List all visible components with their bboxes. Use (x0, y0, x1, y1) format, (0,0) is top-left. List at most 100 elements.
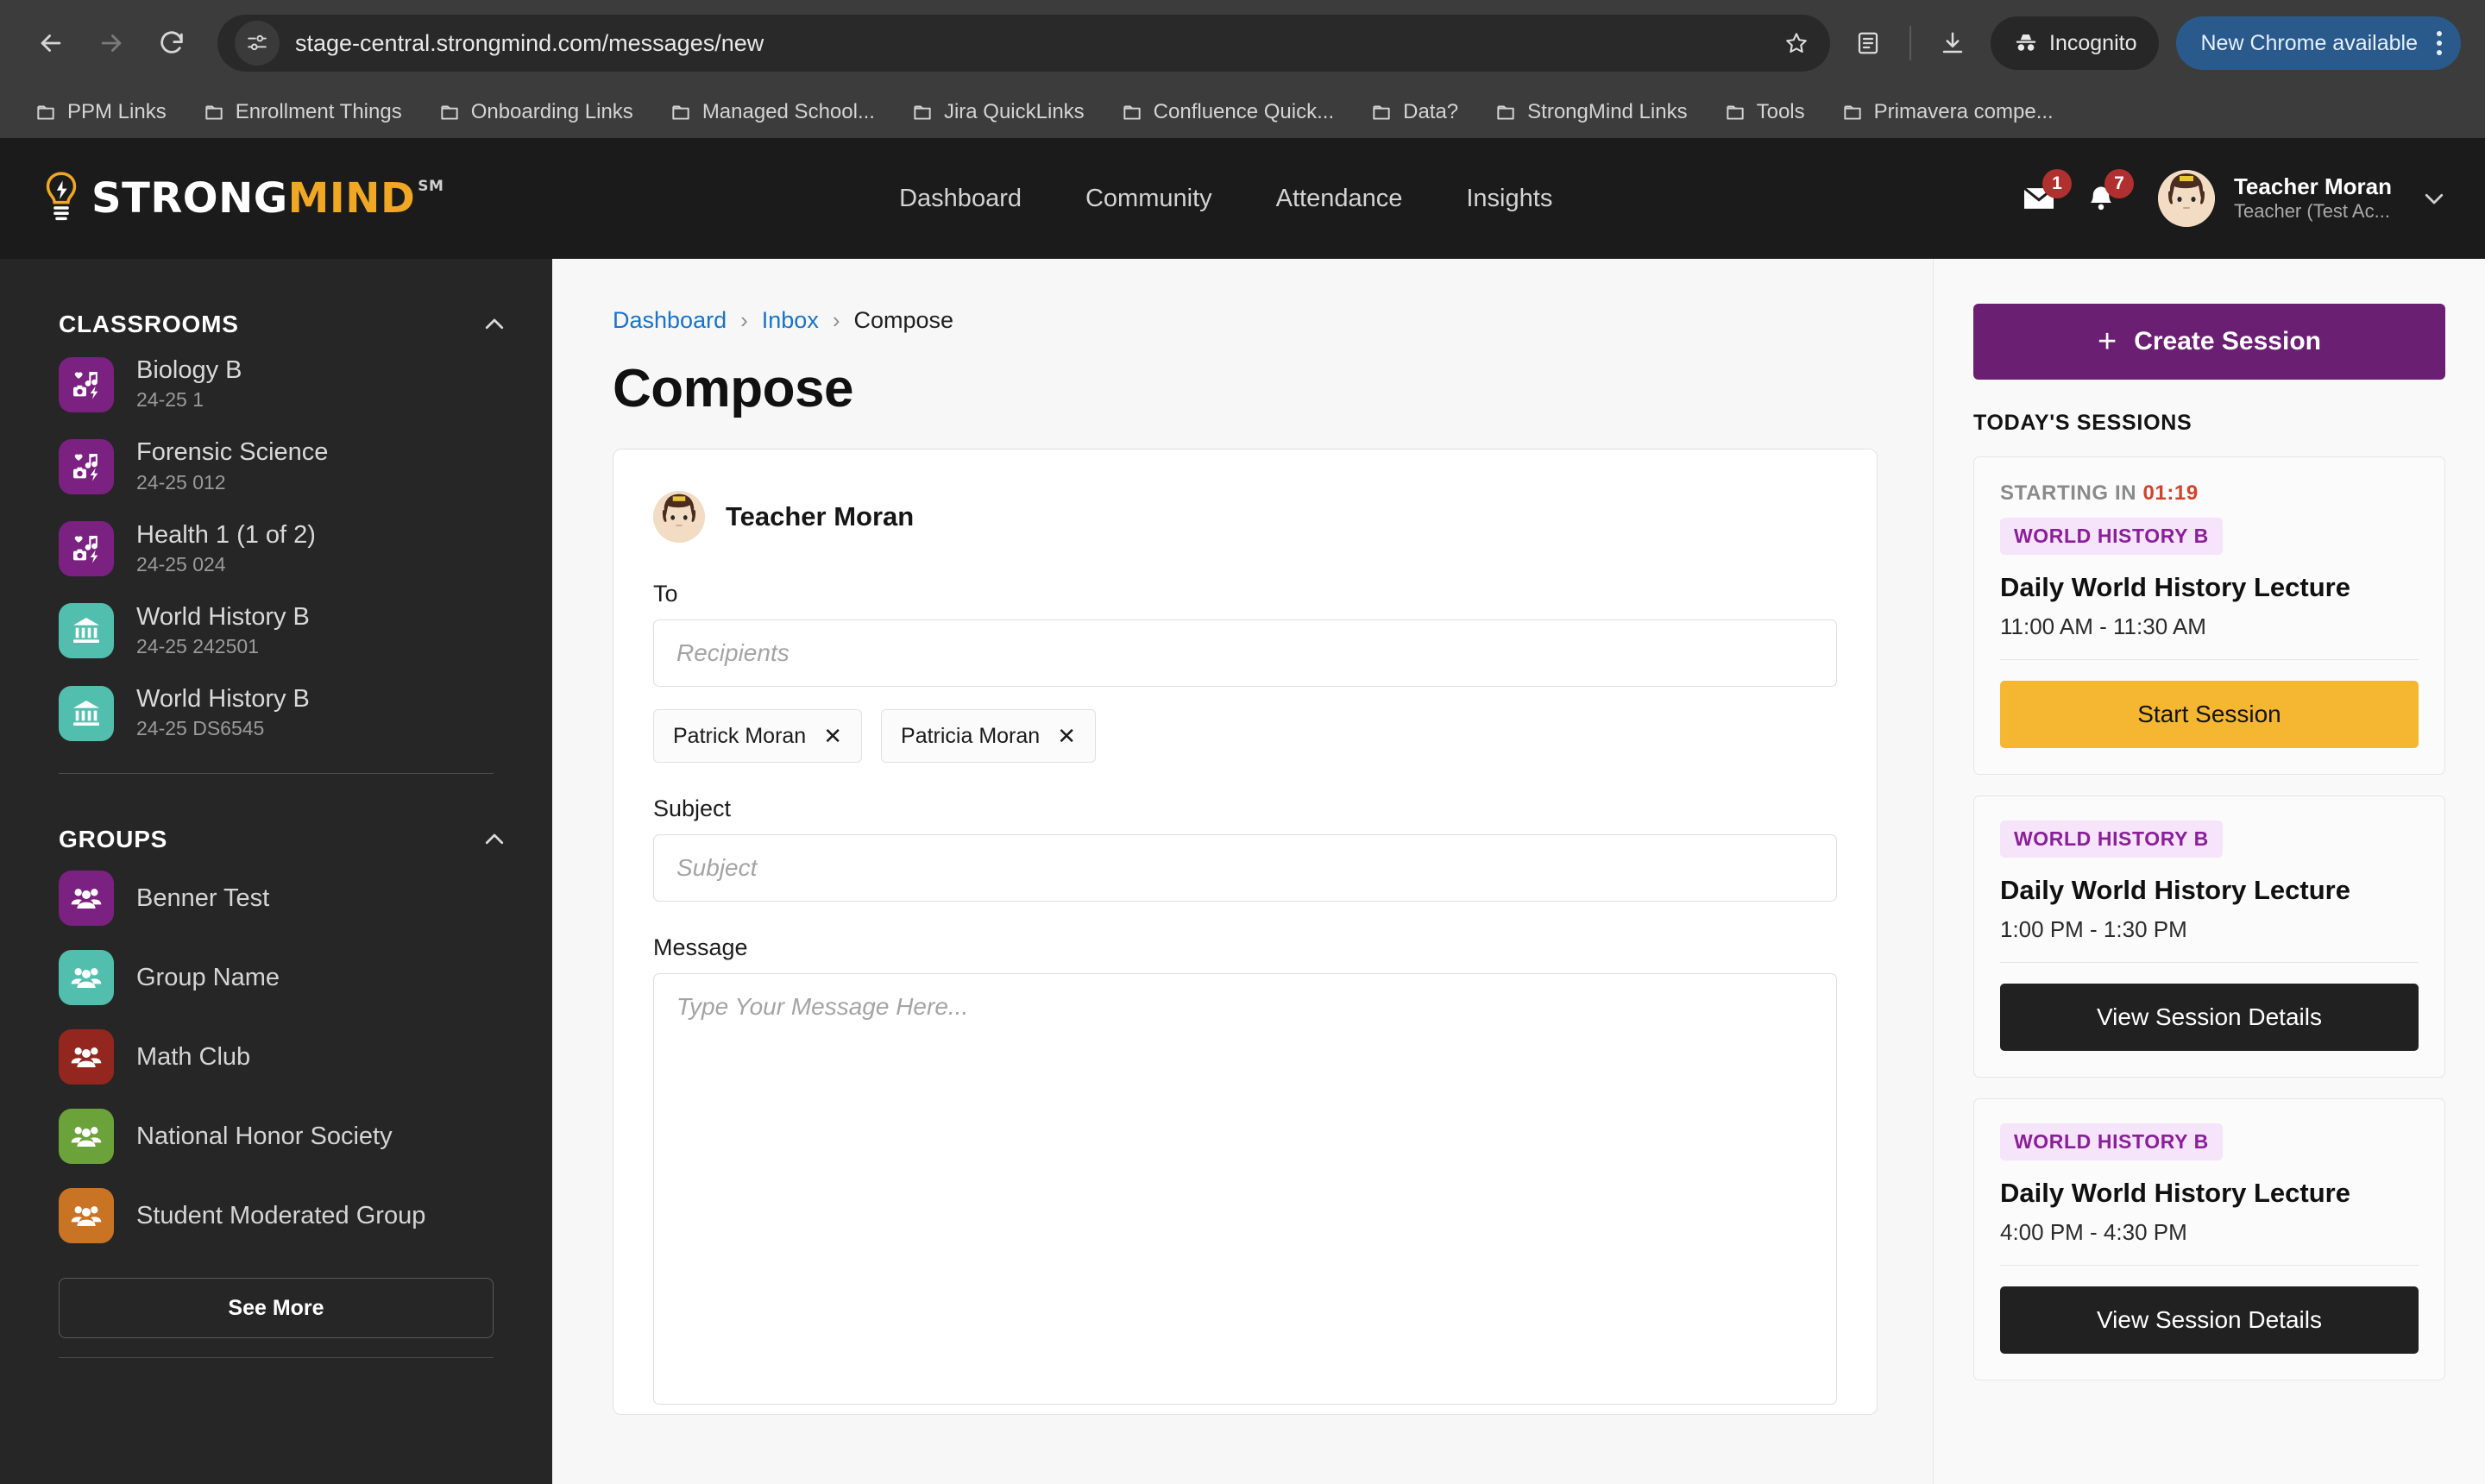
main-content: Dashboard › Inbox › Compose Compose (552, 259, 1933, 1484)
messages-button[interactable]: 1 (2008, 167, 2070, 230)
classrooms-title: CLASSROOMS (59, 311, 239, 338)
group-name: Group Name (136, 964, 280, 992)
session-divider (2000, 659, 2419, 660)
logo-strong-text: STRONG (91, 174, 288, 223)
session-time: 1:00 PM - 1:30 PM (2000, 916, 2419, 943)
message-textarea[interactable]: Type Your Message Here... (653, 973, 1837, 1405)
avatar[interactable] (2158, 170, 2215, 227)
view-session-details-button[interactable]: View Session Details (2000, 1286, 2419, 1354)
sidebar-item-classroom[interactable]: Health 1 (1 of 2) 24-25 024 (38, 508, 514, 590)
bookmark-item[interactable]: Confluence Quick... (1105, 91, 1349, 133)
bookmark-item[interactable]: Enrollment Things (187, 91, 418, 133)
bookmark-label: PPM Links (67, 100, 167, 124)
recipient-chip[interactable]: Patrick Moran ✕ (653, 709, 862, 763)
bank-icon (59, 603, 114, 658)
group-people-icon (59, 950, 114, 1005)
sidebar-item-group[interactable]: Group Name (38, 938, 514, 1017)
recipient-chip-list: Patrick Moran ✕ Patricia Moran ✕ (653, 709, 1837, 763)
back-button[interactable] (24, 16, 78, 70)
bookmark-item[interactable]: Onboarding Links (423, 91, 649, 133)
bookmark-item[interactable]: Jira QuickLinks (896, 91, 1100, 133)
start-session-button[interactable]: Start Session (2000, 681, 2419, 748)
chrome-update-button[interactable]: New Chrome available (2176, 16, 2461, 70)
breadcrumb-dashboard[interactable]: Dashboard (613, 307, 727, 334)
chevron-up-icon[interactable] (481, 827, 507, 852)
chevron-right-icon: › (740, 307, 748, 334)
site-info-icon[interactable] (235, 21, 280, 66)
sidebar-item-classroom[interactable]: World History B 24-25 242501 (38, 590, 514, 672)
bookmark-item[interactable]: PPM Links (19, 91, 182, 133)
todays-sessions-title: TODAY'S SESSIONS (1973, 411, 2445, 436)
app-body: CLASSROOMS Biology B 24-25 1 (0, 259, 2485, 1484)
classroom-name: Health 1 (1 of 2) (136, 520, 316, 550)
plus-icon: + (2098, 325, 2117, 358)
strongmind-logo[interactable]: STRONGMINDSM (41, 171, 444, 226)
bookmark-item[interactable]: Managed School... (654, 91, 890, 133)
close-icon[interactable]: ✕ (1057, 723, 1076, 750)
classrooms-section-header[interactable]: CLASSROOMS (38, 259, 514, 343)
lightbulb-icon (41, 171, 81, 226)
forward-button[interactable] (85, 16, 138, 70)
sidebar-item-classroom[interactable]: Forensic Science 24-25 012 (38, 425, 514, 507)
bookmark-item[interactable]: Primavera compe... (1826, 91, 2069, 133)
sidebar-item-group[interactable]: Benner Test (38, 858, 514, 938)
create-session-button[interactable]: + Create Session (1973, 304, 2445, 380)
sidebar-item-group[interactable]: National Honor Society (38, 1097, 514, 1176)
classroom-code: 24-25 024 (136, 552, 316, 578)
sidebar-item-group[interactable]: Math Club (38, 1017, 514, 1097)
view-session-details-button[interactable]: View Session Details (2000, 984, 2419, 1051)
bookmark-item[interactable]: Tools (1708, 91, 1821, 133)
toolbar-divider (1909, 26, 1911, 60)
classroom-name: Forensic Science (136, 437, 328, 468)
subject-input[interactable]: Subject (653, 834, 1837, 902)
nav-insights[interactable]: Insights (1466, 185, 1552, 213)
notifications-badge: 7 (2104, 169, 2134, 198)
breadcrumb: Dashboard › Inbox › Compose (613, 307, 1878, 334)
url-text: stage-central.strongmind.com/messages/ne… (295, 30, 1784, 57)
breadcrumb-inbox[interactable]: Inbox (762, 307, 819, 334)
user-menu-chevron-down-icon[interactable] (2421, 186, 2447, 211)
nav-attendance[interactable]: Attendance (1276, 185, 1403, 213)
classroom-name: World History B (136, 602, 310, 632)
app-root: STRONGMINDSM Dashboard Community Attenda… (0, 138, 2485, 1484)
reading-list-icon[interactable] (1844, 19, 1892, 67)
see-more-button[interactable]: See More (59, 1278, 494, 1338)
group-people-icon (59, 1188, 114, 1243)
sidebar-item-classroom[interactable]: Biology B 24-25 1 (38, 343, 514, 425)
session-title: Daily World History Lecture (2000, 875, 2419, 906)
nav-community[interactable]: Community (1085, 185, 1212, 213)
chrome-update-label: New Chrome available (2200, 31, 2418, 56)
reload-button[interactable] (145, 16, 198, 70)
incognito-label: Incognito (2049, 31, 2136, 56)
chevron-up-icon[interactable] (481, 311, 507, 337)
main-nav: Dashboard Community Attendance Insights (444, 185, 2008, 213)
sidebar-item-classroom[interactable]: World History B 24-25 DS6545 (38, 672, 514, 754)
chevron-right-icon: › (833, 307, 840, 334)
bookmark-item[interactable]: Data? (1355, 91, 1474, 133)
user-info[interactable]: Teacher Moran Teacher (Test Ac... (2234, 173, 2392, 224)
recipients-placeholder: Recipients (676, 639, 790, 667)
address-bar[interactable]: stage-central.strongmind.com/messages/ne… (217, 15, 1830, 72)
page-title: Compose (613, 358, 1878, 419)
media-icon (59, 521, 114, 576)
bookmark-star-icon[interactable] (1784, 30, 1809, 56)
recipient-chip[interactable]: Patricia Moran ✕ (881, 709, 1096, 763)
bookmark-label: Jira QuickLinks (944, 100, 1085, 124)
nav-dashboard[interactable]: Dashboard (899, 185, 1022, 213)
sidebar-item-group[interactable]: Student Moderated Group (38, 1176, 514, 1255)
bookmark-item[interactable]: StrongMind Links (1479, 91, 1702, 133)
classroom-info: Health 1 (1 of 2) 24-25 024 (136, 520, 316, 578)
app-header: STRONGMINDSM Dashboard Community Attenda… (0, 138, 2485, 259)
incognito-indicator[interactable]: Incognito (1991, 16, 2159, 70)
close-icon[interactable]: ✕ (823, 723, 842, 750)
notifications-button[interactable]: 7 (2070, 167, 2132, 230)
media-icon (59, 357, 114, 412)
chrome-menu-icon[interactable] (2430, 31, 2449, 55)
group-name: Math Club (136, 1043, 250, 1072)
subject-placeholder: Subject (676, 854, 757, 882)
message-placeholder: Type Your Message Here... (676, 993, 968, 1020)
recipient-chip-label: Patricia Moran (901, 724, 1040, 749)
recipients-input[interactable]: Recipients (653, 619, 1837, 687)
download-icon[interactable] (1928, 19, 1977, 67)
groups-section-header[interactable]: GROUPS (38, 774, 514, 858)
